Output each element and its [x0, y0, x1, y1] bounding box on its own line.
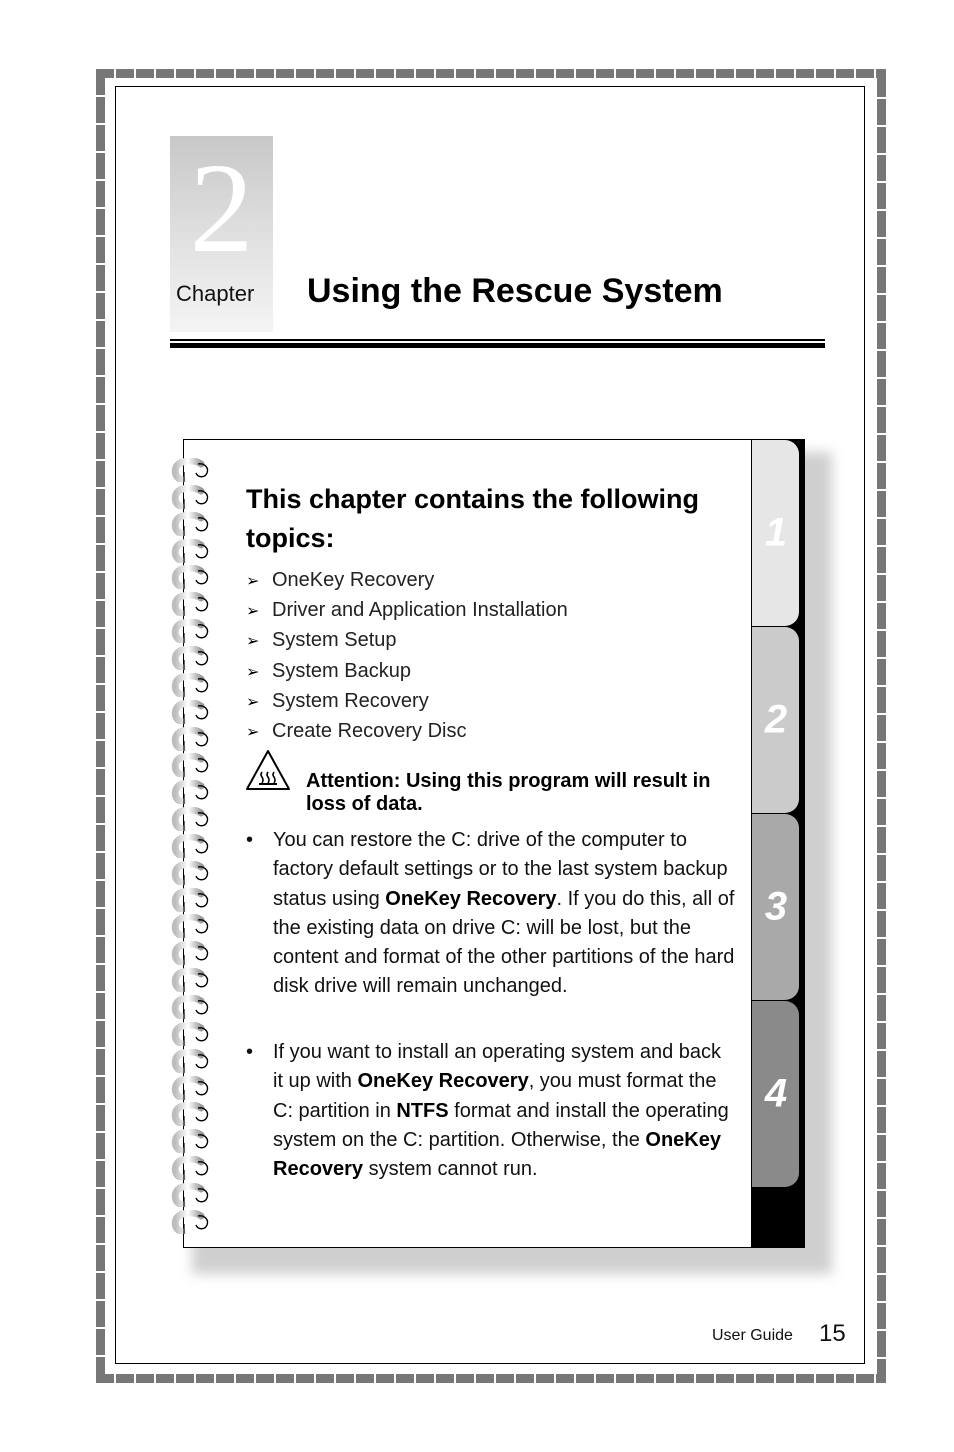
spiral-ring-icon: [171, 565, 209, 590]
arrowhead-bullet-icon: ➢: [246, 663, 260, 681]
spiral-ring-icon: [171, 887, 209, 912]
spiral-ring-icon: [171, 645, 209, 670]
topic-item: ➢ System Backup: [246, 657, 568, 687]
spiral-ring-icon: [171, 511, 209, 536]
spiral-ring-icon: [171, 1102, 209, 1127]
tab-2-label: 2: [764, 697, 788, 742]
hot-surface-warning-icon: [246, 750, 290, 790]
tab-1-label: 1: [764, 510, 788, 555]
spiral-ring-icon: [171, 833, 209, 858]
emphasis-text: OneKey Recovery: [357, 1070, 529, 1093]
spiral-ring-icon: [171, 1021, 209, 1046]
bullet-icon: •: [246, 1041, 254, 1063]
info-paragraph: • You can restore the C: drive of the co…: [246, 826, 736, 1002]
chapter-title: Using the Rescue System: [307, 272, 723, 310]
spiral-ring-icon: [171, 995, 209, 1019]
spiral-ring-icon: [171, 1075, 209, 1100]
spiral-ring-icon: [171, 1209, 209, 1234]
attention-text: Attention: Using this program will resul…: [306, 770, 711, 815]
spiral-ring-icon: [171, 807, 209, 832]
arrowhead-bullet-icon: ➢: [246, 693, 260, 711]
tab-4-label: 4: [764, 1071, 788, 1116]
footer-label: User Guide: [712, 1327, 793, 1344]
spiral-ring-icon: [171, 968, 209, 993]
topic-item: ➢ OneKey Recovery: [246, 566, 568, 596]
spiral-ring-icon: [171, 1156, 209, 1181]
spiral-ring-icon: [171, 699, 209, 724]
spiral-ring-icon: [171, 592, 209, 617]
spiral-ring-icon: [171, 458, 209, 482]
topic-label: Create Recovery Disc: [272, 720, 467, 743]
spiral-ring-icon: [171, 538, 209, 563]
chapter-label: Chapter: [176, 281, 255, 306]
tab-1[interactable]: 1: [751, 440, 799, 626]
arrowhead-bullet-icon: ➢: [246, 573, 260, 590]
spiral-ring-icon: [171, 780, 209, 805]
body-text: system cannot run.: [363, 1158, 538, 1181]
title-rule-thin: [170, 339, 825, 341]
spiral-ring-icon: [171, 941, 209, 966]
topic-item: ➢ System Recovery: [246, 687, 568, 717]
spiral-ring-icon: [171, 1048, 209, 1073]
spiral-ring-icon: [171, 726, 209, 751]
emphasis-text: OneKey Recovery: [385, 887, 557, 910]
spiral-ring-icon: [171, 860, 209, 885]
title-rule-thick: [170, 343, 825, 348]
topics-heading: This chapter contains the following topi…: [246, 484, 700, 553]
arrowhead-bullet-icon: ➢: [246, 603, 260, 621]
chapter-number: 2: [189, 137, 254, 279]
spiral-ring-icon: [171, 914, 209, 939]
info-paragraph: • If you want to install an operating sy…: [246, 1038, 736, 1184]
decorative-frame-left: [96, 69, 105, 1383]
spiral-ring-icon: [171, 672, 209, 697]
decorative-frame-bottom: [96, 1374, 886, 1383]
spiral-ring-icon: [171, 753, 209, 778]
topic-label: System Backup: [272, 659, 411, 682]
section-tabs: 1 2 3 4: [751, 439, 805, 1248]
paragraph-body: You can restore the C: drive of the comp…: [273, 826, 736, 1002]
decorative-frame-top: [96, 69, 886, 78]
decorative-frame-right: [877, 71, 886, 1383]
tab-4[interactable]: 4: [751, 1001, 799, 1187]
spiral-binding: [171, 458, 215, 1238]
tab-3-label: 3: [764, 884, 788, 929]
topic-item: ➢ System Setup: [246, 626, 568, 656]
spiral-ring-icon: [171, 1182, 209, 1207]
paragraph-body: If you want to install an operating syst…: [273, 1038, 736, 1184]
topic-label: System Setup: [272, 629, 397, 652]
spiral-ring-icon: [171, 1129, 209, 1154]
topic-item: ➢ Driver and Application Installation: [246, 596, 568, 626]
arrowhead-bullet-icon: ➢: [246, 724, 260, 742]
emphasis-text: NTFS: [396, 1099, 449, 1122]
arrowhead-bullet-icon: ➢: [246, 633, 260, 651]
topic-item: ➢ Create Recovery Disc: [246, 717, 568, 747]
attention-notice: Attention: Using this program will resul…: [245, 748, 735, 818]
tab-2[interactable]: 2: [751, 627, 799, 813]
chapter-badge: 2 Chapter: [170, 136, 273, 332]
spiral-ring-icon: [171, 484, 209, 509]
topics-list: ➢ OneKey Recovery ➢ Driver and Application …: [246, 566, 568, 747]
topic-label: Driver and Application Installation: [272, 599, 568, 622]
topic-label: System Recovery: [272, 689, 429, 712]
bullet-icon: •: [246, 829, 254, 851]
topic-label: OneKey Recovery: [272, 569, 435, 591]
spiral-ring-icon: [171, 619, 209, 644]
tab-3[interactable]: 3: [751, 814, 799, 1000]
page-number: 15: [819, 1320, 846, 1347]
